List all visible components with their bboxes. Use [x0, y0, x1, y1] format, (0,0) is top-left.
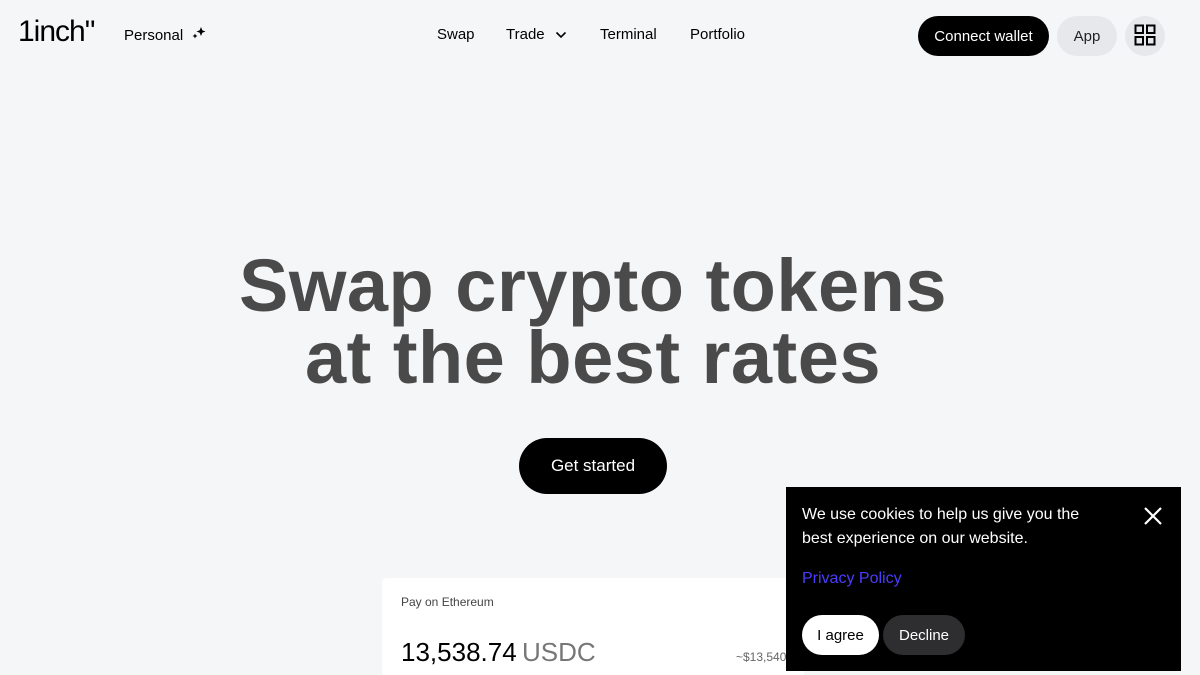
apps-grid-button[interactable]	[1125, 16, 1165, 56]
logo[interactable]: 1inch"	[18, 16, 95, 48]
close-icon[interactable]	[1142, 505, 1164, 527]
nav-portfolio[interactable]: Portfolio	[690, 25, 745, 45]
chevron-down-icon	[555, 25, 567, 45]
pay-amount[interactable]: 13,538.74	[401, 637, 517, 667]
nav-trade[interactable]: Trade	[506, 25, 567, 45]
top-navigation: 1inch" Personal Swap Trade Terminal Port…	[0, 0, 1200, 72]
grid-icon	[1134, 24, 1156, 49]
hero-title-line-2: at the best rates	[304, 316, 882, 399]
cookie-message: We use cookies to help us give you the b…	[802, 506, 1080, 547]
cookie-banner: We use cookies to help us give you the b…	[786, 487, 1181, 671]
persona-selector[interactable]: Personal	[124, 25, 207, 47]
hero-title: Swap crypto tokens at the best rates	[0, 249, 1186, 395]
privacy-policy-link[interactable]: Privacy Policy	[802, 567, 902, 591]
persona-label: Personal	[124, 27, 184, 44]
sparkle-icon	[191, 25, 207, 47]
pay-usd-value: ~$13,540	[736, 650, 787, 664]
pay-token[interactable]: USDC	[522, 637, 596, 667]
app-button[interactable]: App	[1057, 16, 1117, 56]
nav-terminal[interactable]: Terminal	[600, 25, 657, 45]
nav-trade-label: Trade	[506, 26, 545, 43]
get-started-button[interactable]: Get started	[519, 438, 667, 494]
decline-button[interactable]: Decline	[883, 615, 965, 655]
swap-card: Pay on Ethereum 13,538.74 USDC ~$13,540	[382, 578, 804, 675]
connect-wallet-button[interactable]: Connect wallet	[918, 16, 1049, 56]
agree-button[interactable]: I agree	[802, 615, 879, 655]
nav-swap[interactable]: Swap	[437, 25, 475, 45]
hero-title-line-1: Swap crypto tokens	[238, 244, 948, 327]
pay-network-label: Pay on Ethereum	[401, 595, 494, 609]
